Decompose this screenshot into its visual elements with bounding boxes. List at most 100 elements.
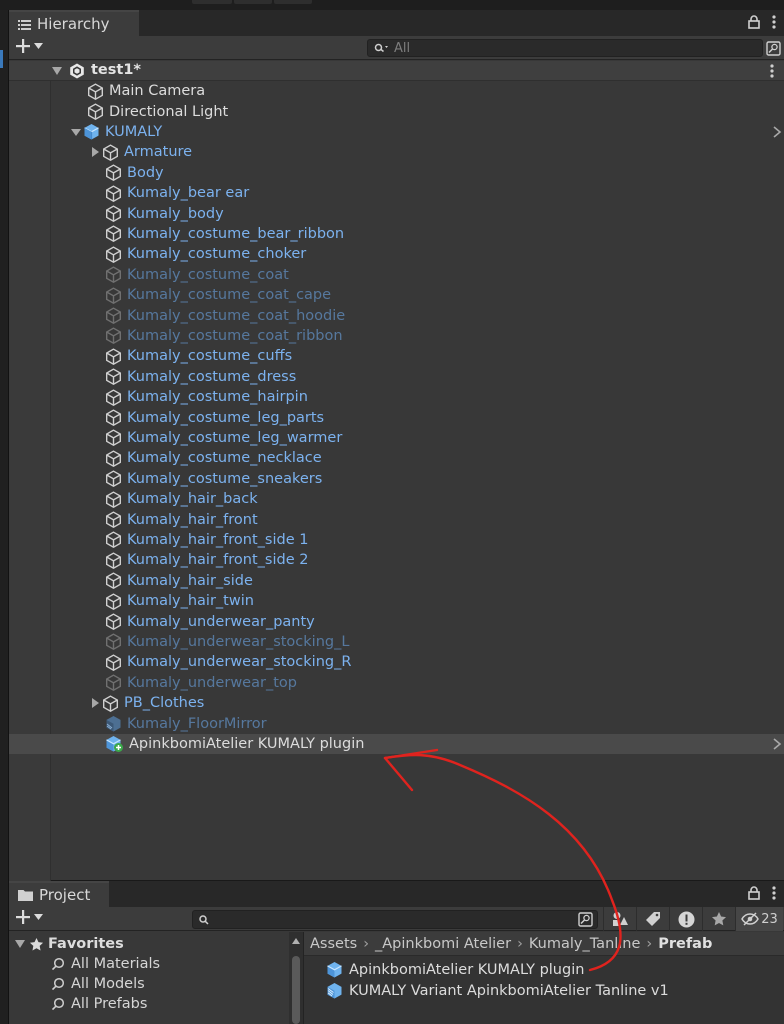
hierarchy-tree: Main Camera Directional Light KUMALY Arm… [9, 81, 784, 881]
favorite-all-prefabs[interactable]: All Prefabs [51, 996, 147, 1012]
hierarchy-item-pb-clothes[interactable]: PB_Clothes [89, 693, 204, 713]
hierarchy-item-inactive[interactable]: Kumaly_costume_coat_cape [105, 285, 331, 305]
hierarchy-item-inactive[interactable]: Kumaly_costume_coat [105, 265, 289, 285]
more-options-icon[interactable] [772, 15, 776, 29]
unity-scene-icon [70, 63, 84, 79]
breadcrumb-prefab[interactable]: Prefab [658, 936, 712, 952]
hierarchy-item[interactable]: Kumaly_costume_necklace [105, 448, 322, 468]
open-prefab-arrow-icon[interactable] [772, 126, 782, 138]
item-label: Kumaly_costume_leg_parts [127, 409, 325, 426]
hierarchy-item-main-camera[interactable]: Main Camera [87, 81, 205, 101]
window-tab[interactable] [234, 0, 272, 4]
lock-icon[interactable] [748, 886, 760, 900]
project-tab[interactable]: Project [9, 881, 109, 907]
breadcrumb-kumaly-tanline[interactable]: Kumaly_Tanline [529, 936, 641, 952]
foldout-expanded-icon[interactable] [15, 940, 25, 948]
hierarchy-item[interactable]: Kumaly_costume_leg_parts [105, 407, 324, 427]
hierarchy-item-inactive[interactable]: Kumaly_underwear_stocking_L [105, 632, 349, 652]
search-by-type-button[interactable] [765, 39, 782, 57]
hierarchy-item[interactable]: Kumaly_costume_cuffs [105, 346, 292, 366]
gameobject-cube-icon [106, 470, 121, 488]
hidden-packages-toggle[interactable]: 23 [735, 907, 783, 931]
favorite-all-models[interactable]: All Models [51, 976, 145, 992]
create-asset-button[interactable] [15, 909, 43, 925]
folder-tree-scrollbar[interactable] [289, 932, 303, 1024]
hierarchy-item[interactable]: Kumaly_underwear_panty [105, 611, 315, 631]
foldout-collapsed-icon[interactable] [89, 146, 101, 158]
favorite-all-materials[interactable]: All Materials [51, 956, 160, 972]
item-label: Kumaly_bear ear [127, 185, 250, 202]
filter-by-label-button[interactable] [636, 907, 669, 931]
scene-header-row[interactable]: test1* [9, 61, 784, 81]
folder-icon [18, 890, 33, 901]
hierarchy-item[interactable]: Kumaly_costume_choker [105, 244, 306, 264]
hierarchy-item-inactive[interactable]: Kumaly_underwear_top [105, 673, 297, 693]
search-in-scene-icon[interactable] [578, 912, 593, 927]
hierarchy-item[interactable]: Kumaly_hair_twin [105, 591, 254, 611]
project-folder-tree: Favorites All Materials All Models All P… [9, 932, 289, 1024]
breadcrumb-assets[interactable]: Assets [310, 936, 357, 952]
hierarchy-item-floor-mirror[interactable]: Kumaly_FloorMirror [105, 713, 267, 733]
hierarchy-tab[interactable]: Hierarchy [9, 10, 139, 36]
item-label: KUMALY [105, 123, 163, 140]
gameobject-cube-icon [106, 327, 121, 345]
hierarchy-item[interactable]: Kumaly_bear ear [105, 183, 249, 203]
gameobject-cube-icon [103, 695, 118, 712]
filter-by-log-button[interactable] [669, 907, 702, 931]
search-icon [51, 957, 65, 971]
window-tab[interactable] [274, 0, 312, 4]
hierarchy-item[interactable]: Kumaly_hair_front [105, 509, 258, 529]
asset-item-plugin-prefab[interactable]: ApinkbomiAtelier KUMALY plugin [326, 961, 584, 978]
hierarchy-search-input[interactable]: All [367, 39, 763, 57]
item-label: Armature [124, 144, 193, 161]
hierarchy-item-directional-light[interactable]: Directional Light [87, 101, 228, 121]
favorites-header[interactable]: Favorites [15, 936, 124, 952]
prefab-cube-icon [327, 962, 342, 978]
hierarchy-item[interactable]: Body [105, 163, 164, 183]
hierarchy-item[interactable]: Kumaly_costume_leg_warmer [105, 428, 342, 448]
item-label: Kumaly_underwear_panty [127, 613, 315, 630]
hierarchy-item[interactable]: Kumaly_hair_front_side 2 [105, 550, 308, 570]
gameobject-cube-icon [106, 633, 121, 651]
window-tab[interactable] [192, 0, 232, 4]
hierarchy-item[interactable]: Kumaly_costume_bear_ribbon [105, 224, 344, 244]
create-button[interactable] [15, 38, 43, 54]
item-label: Kumaly_FloorMirror [127, 715, 267, 732]
hierarchy-item[interactable]: Kumaly_hair_side [105, 571, 253, 591]
favorite-button[interactable] [702, 907, 735, 931]
filter-by-type-button[interactable] [603, 907, 636, 931]
hierarchy-item-inactive[interactable]: Kumaly_costume_coat_ribbon [105, 326, 343, 346]
item-label: Kumaly_costume_coat [127, 266, 289, 283]
hierarchy-item-inactive[interactable]: Kumaly_costume_coat_hoodie [105, 305, 345, 325]
scrollbar-thumb[interactable] [292, 956, 300, 1024]
more-options-icon[interactable] [772, 886, 776, 900]
asset-item-kumaly-variant[interactable]: KUMALY Variant ApinkbomiAtelier Tanline … [326, 982, 669, 999]
scroll-up-arrow-icon[interactable] [292, 938, 300, 944]
gameobject-cube-icon [106, 531, 121, 549]
hierarchy-item-plugin-selected[interactable]: ApinkbomiAtelier KUMALY plugin [9, 733, 784, 755]
hierarchy-item[interactable]: Kumaly_body [105, 203, 224, 223]
open-prefab-arrow-icon[interactable] [772, 738, 782, 750]
project-search-input[interactable] [192, 910, 598, 929]
hierarchy-item-armature[interactable]: Armature [89, 142, 192, 162]
gameobject-cube-icon [106, 348, 121, 365]
item-label: Kumaly_underwear_top [127, 674, 297, 691]
hierarchy-item[interactable]: Kumaly_costume_hairpin [105, 387, 308, 407]
breadcrumb-apinkbomi-atelier[interactable]: _Apinkbomi Atelier [375, 936, 511, 952]
scene-menu-icon[interactable] [770, 64, 774, 78]
item-label: PB_Clothes [124, 695, 205, 712]
hierarchy-item[interactable]: Kumaly_costume_dress [105, 367, 296, 387]
foldout-collapsed-icon[interactable] [89, 697, 101, 709]
hierarchy-item-kumaly[interactable]: KUMALY [70, 122, 784, 142]
hierarchy-item[interactable]: Kumaly_hair_front_side 1 [105, 530, 308, 550]
foldout-expanded-icon[interactable] [70, 126, 82, 138]
item-label: Body [127, 164, 164, 181]
hierarchy-item[interactable]: Kumaly_hair_back [105, 489, 258, 509]
item-label: Kumaly_hair_front_side 1 [127, 531, 309, 548]
plus-icon [16, 910, 30, 924]
project-panel: Project 23 Favorites All Materials All M… [9, 881, 784, 1024]
foldout-expanded-icon[interactable] [52, 67, 62, 75]
hierarchy-item[interactable]: Kumaly_costume_sneakers [105, 469, 322, 489]
lock-icon[interactable] [748, 15, 760, 29]
hierarchy-item[interactable]: Kumaly_underwear_stocking_R [105, 652, 351, 672]
